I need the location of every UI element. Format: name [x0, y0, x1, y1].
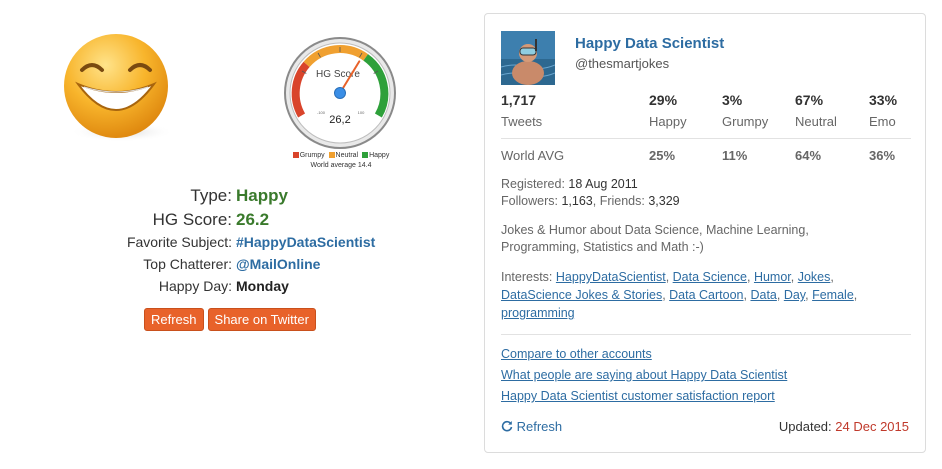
account-details: Registered: 18 Aug 2011 Followers: 1,163… [501, 176, 911, 210]
report-links: Compare to other accounts What people ar… [501, 344, 911, 407]
interests: Interests: HappyDataScientist, Data Scie… [501, 270, 858, 320]
updated-info: Updated: 24 Dec 2015 [779, 419, 909, 434]
refresh-button[interactable]: Refresh [144, 308, 204, 331]
interest-link[interactable]: DataScience Jokes & Stories [501, 288, 662, 302]
happy-day-value: Monday [236, 278, 289, 294]
hg-score-gauge: HG Score -100 100 26,2 [284, 37, 396, 149]
world-avg-grumpy: 11% [722, 148, 748, 163]
satisfaction-report-link[interactable]: Happy Data Scientist customer satisfacti… [501, 389, 775, 403]
interest-link[interactable]: Data [750, 288, 776, 302]
score-summary: Type: Happy HG Score: 26.2 Favorite Subj… [60, 186, 460, 300]
what-people-say-link[interactable]: What people are saying about Happy Data … [501, 368, 787, 382]
metric-neutral: 67% Neutral [795, 92, 837, 129]
profile-handle: @thesmartjokes [575, 56, 670, 71]
happy-smiley-icon [64, 34, 174, 142]
world-avg-emo: 36% [869, 148, 896, 163]
metric-emo-value: 33% [869, 92, 898, 108]
legend-happy: Happy [362, 151, 390, 159]
followers-label: Followers: [501, 194, 558, 208]
action-buttons: Refresh Share on Twitter [144, 308, 316, 331]
refresh-icon [501, 420, 513, 432]
updated-label: Updated: [778, 419, 832, 434]
type-row: Type: Happy [60, 186, 460, 210]
registered-label: Registered: [501, 177, 565, 191]
metric-happy-label: Happy [649, 114, 687, 129]
gauge-value: 26,2 [329, 114, 350, 126]
top-chatterer-link[interactable]: @MailOnline [232, 256, 320, 272]
hg-score-value: 26.2 [236, 210, 270, 229]
legend-neutral: Neutral [328, 151, 359, 159]
hg-score-label: HG Score: [152, 210, 232, 229]
followers-line: Followers: 1,163, Friends: 3,329 [501, 194, 680, 208]
gauge-max-label: 100 [358, 110, 365, 115]
metric-neutral-label: Neutral [795, 114, 837, 129]
divider [501, 334, 911, 335]
compare-accounts-link[interactable]: Compare to other accounts [501, 347, 652, 361]
metric-tweets-value: 1,717 [501, 92, 537, 108]
interest-link[interactable]: Data Science [673, 270, 747, 284]
divider [501, 138, 911, 139]
profile-name-link[interactable]: Happy Data Scientist [575, 35, 724, 52]
hg-score-row: HG Score: 26.2 [60, 210, 460, 234]
friends-value: 3,329 [648, 194, 680, 208]
top-chatterer-row: Top Chatterer: @MailOnline [60, 256, 460, 278]
share-on-twitter-button[interactable]: Share on Twitter [207, 308, 316, 331]
metric-happy: 29% Happy [649, 92, 687, 129]
interest-link[interactable]: Humor [754, 270, 791, 284]
type-label: Type: [190, 186, 232, 205]
metric-tweets-label: Tweets [501, 114, 543, 129]
registered-value: 18 Aug 2011 [568, 177, 638, 191]
legend-happy-label: Happy [369, 152, 390, 159]
profile-card: Happy Data Scientist @thesmartjokes 1,71… [484, 13, 926, 453]
world-avg-happy: 25% [649, 148, 676, 163]
gauge-min-label: -100 [317, 110, 326, 115]
happy-day-label: Happy Day: [158, 278, 232, 294]
world-avg-label: World AVG [501, 148, 565, 163]
gauge-legend: Grumpy Neutral Happy World average 14.4 [286, 151, 396, 171]
interest-link[interactable]: Day [784, 288, 805, 302]
world-average-text: World average 14.4 [310, 162, 372, 169]
friends-label: Friends: [599, 194, 645, 208]
interest-link[interactable]: HappyDataScientist [556, 270, 666, 284]
card-refresh-label: Refresh [516, 419, 563, 434]
interest-link[interactable]: Data Cartoon [669, 288, 743, 302]
grumpy-swatch [292, 151, 299, 158]
interests-label: Interests: [501, 270, 553, 284]
metric-neutral-value: 67% [795, 92, 824, 108]
interest-link[interactable]: Jokes [798, 270, 831, 284]
type-value: Happy [236, 186, 288, 205]
bio-text: Jokes & Humor about Data Science, Machin… [501, 223, 809, 254]
metric-grumpy-value: 3% [722, 92, 743, 108]
favorite-subject-link[interactable]: #HappyDataScientist [232, 234, 375, 250]
interest-link[interactable]: Female [812, 288, 854, 302]
legend-grumpy: Grumpy [292, 151, 325, 159]
metric-emo: 33% Emo [869, 92, 897, 129]
happy-swatch [362, 151, 369, 158]
happy-day-row: Happy Day: Monday [60, 278, 460, 300]
world-avg-neutral: 64% [795, 148, 822, 163]
updated-date: 24 Dec 2015 [835, 419, 909, 434]
metric-happy-value: 29% [649, 92, 678, 108]
top-chatterer-label: Top Chatterer: [143, 256, 232, 272]
legend-grumpy-label: Grumpy [299, 152, 325, 159]
favorite-subject-label: Favorite Subject: [126, 234, 232, 250]
metric-emo-label: Emo [869, 114, 896, 129]
favorite-subject-row: Favorite Subject: #HappyDataScientist [60, 234, 460, 256]
metric-grumpy: 3% Grumpy [722, 92, 768, 129]
metric-tweets: 1,717 Tweets [501, 92, 542, 129]
metric-grumpy-label: Grumpy [722, 114, 769, 129]
card-refresh-link[interactable]: Refresh [501, 419, 562, 434]
registered-line: Registered: 18 Aug 2011 [501, 176, 911, 193]
interest-link[interactable]: programming [501, 306, 575, 320]
followers-value: 1,163 [561, 194, 593, 208]
legend-neutral-label: Neutral [335, 152, 359, 159]
profile-avatar[interactable] [501, 31, 555, 85]
neutral-swatch [328, 151, 335, 158]
